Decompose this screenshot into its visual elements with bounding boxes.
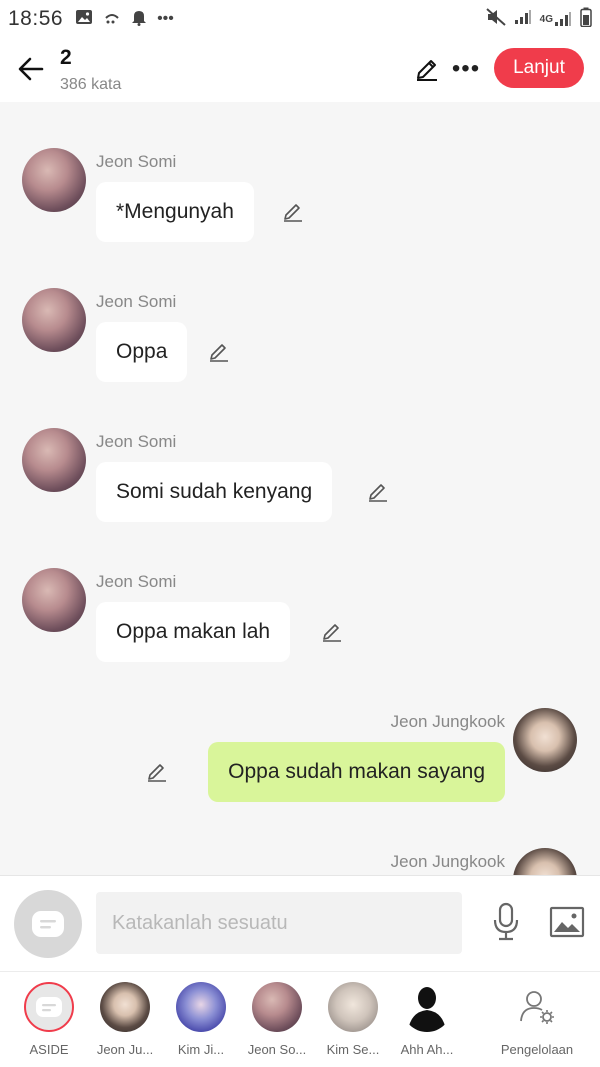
arrow-left-icon [18, 57, 44, 81]
battery-icon [580, 7, 592, 32]
pencil-icon [417, 60, 437, 81]
avatar-jeon-somi[interactable] [22, 288, 86, 352]
message-bubble[interactable]: *Mengunyah [96, 182, 254, 242]
manage-user-icon [512, 982, 562, 1032]
chat-area[interactable]: Jeon Somi *Mengunyah Jeon Somi Oppa Jeon… [0, 102, 600, 875]
more-options-button[interactable]: ••• [449, 52, 483, 86]
pencil-icon [369, 484, 387, 502]
aside-avatar [24, 982, 74, 1032]
silhouette-avatar-icon [402, 982, 452, 1032]
image-icon [75, 9, 93, 30]
more-dots-icon: ••• [157, 10, 174, 27]
sender-name: Jeon Jungkook [390, 852, 505, 871]
signal-4g-icon: 4G [540, 11, 572, 27]
message-bubble[interactable]: Oppa [96, 322, 188, 382]
avatar-jeon-jungkook[interactable] [513, 708, 577, 772]
attach-image-button[interactable] [548, 904, 586, 940]
character-ahh[interactable]: Ahh Ah... [389, 982, 465, 1057]
pencil-icon [284, 204, 302, 222]
character-name: Kim Ji... [177, 1042, 225, 1057]
character-name: Jeon Ju... [96, 1042, 154, 1057]
character-name: Pengelolaan [500, 1042, 574, 1057]
aside-message-icon [32, 911, 64, 937]
message-input[interactable] [96, 892, 462, 954]
avatar [176, 982, 226, 1032]
avatar-jeon-somi[interactable] [22, 568, 86, 632]
drizzle-icon [103, 9, 121, 30]
pencil-icon [323, 624, 341, 642]
more-horizontal-icon: ••• [451, 55, 481, 82]
character-bar: ASIDE Jeon Ju... Kim Ji... Jeon So... Ki… [0, 971, 600, 1067]
next-button[interactable]: Lanjut [494, 48, 584, 88]
manage-characters-button[interactable]: Pengelolaan [498, 982, 576, 1057]
status-bar: 18:56 ••• 4G [0, 0, 600, 38]
microphone-icon [493, 902, 519, 941]
voice-input-button[interactable] [486, 900, 526, 944]
character-aside[interactable]: ASIDE [11, 982, 87, 1057]
edit-message-button[interactable] [365, 479, 391, 505]
edit-message-button[interactable] [144, 759, 170, 785]
sender-name: Jeon Jungkook [390, 712, 505, 731]
top-app-bar: 2 386 kata ••• Lanjut [0, 38, 600, 102]
page-title: 2 [60, 46, 72, 69]
network-type: 4G [539, 13, 553, 25]
message-bubble[interactable]: Oppa sudah makan sayang [208, 742, 505, 802]
avatar-jeon-somi[interactable] [22, 428, 86, 492]
word-count: 386 kata [60, 76, 122, 93]
status-time: 18:56 [8, 7, 64, 30]
image-icon [549, 906, 585, 938]
edit-message-button[interactable] [319, 619, 345, 645]
avatar-jeon-jungkook[interactable] [513, 848, 577, 875]
character-name: Ahh Ah... [400, 1042, 454, 1057]
sender-name: Jeon Somi [96, 572, 177, 591]
back-button[interactable] [14, 52, 48, 86]
avatar [252, 982, 302, 1032]
aside-message-icon [36, 997, 62, 1017]
character-name: Jeon So... [247, 1042, 307, 1057]
bell-icon [131, 8, 147, 31]
character-jeon-somi[interactable]: Jeon So... [239, 982, 315, 1057]
pencil-icon [210, 344, 228, 362]
character-jeon-jungkook[interactable]: Jeon Ju... [87, 982, 163, 1057]
edit-button[interactable] [410, 52, 444, 86]
sender-name: Jeon Somi [96, 292, 177, 311]
aside-button[interactable] [14, 890, 82, 958]
character-kim-se[interactable]: Kim Se... [315, 982, 391, 1057]
sender-name: Jeon Somi [96, 152, 177, 171]
signal-icon [514, 9, 532, 30]
message-bubble[interactable]: Somi sudah kenyang [96, 462, 333, 522]
avatar-jeon-somi[interactable] [22, 148, 86, 212]
sender-name: Jeon Somi [96, 432, 177, 451]
avatar [328, 982, 378, 1032]
character-name: Kim Se... [326, 1042, 380, 1057]
message-bubble[interactable]: Oppa makan lah [96, 602, 291, 662]
mute-icon [485, 7, 506, 31]
composer-bar [0, 875, 600, 971]
edit-message-button[interactable] [280, 199, 306, 225]
pencil-icon [148, 764, 166, 782]
character-kim-jimin[interactable]: Kim Ji... [163, 982, 239, 1057]
avatar [100, 982, 150, 1032]
character-name: ASIDE [29, 1042, 69, 1057]
edit-message-button[interactable] [206, 339, 232, 365]
